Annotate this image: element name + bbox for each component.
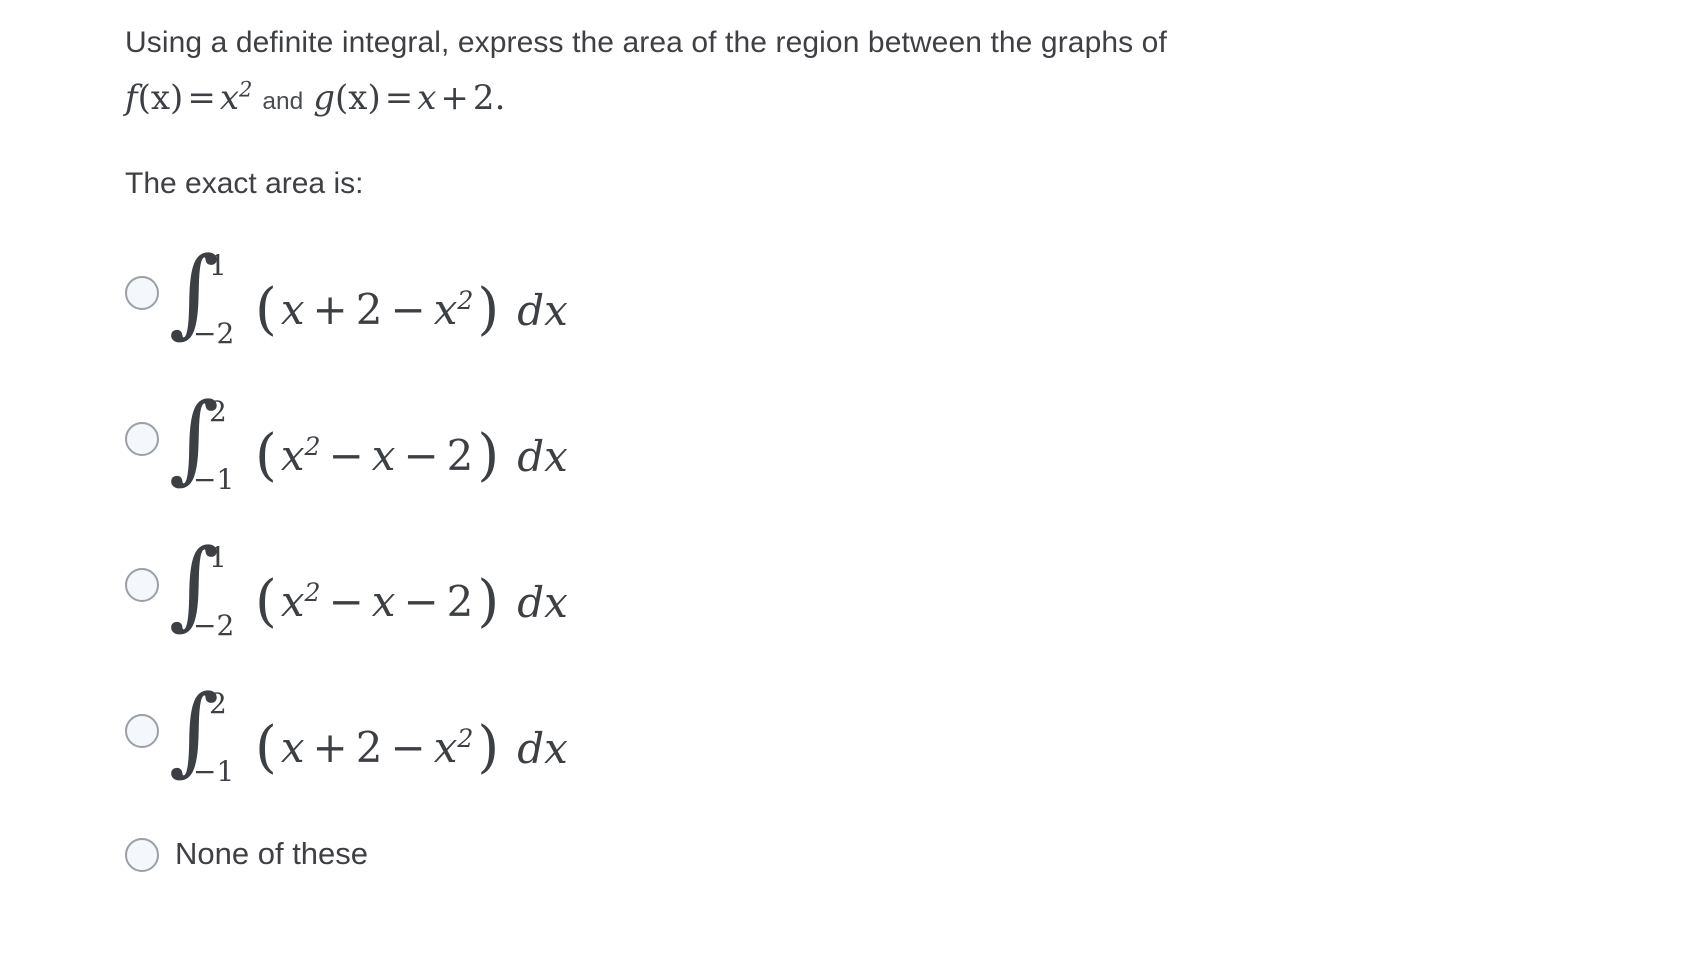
question-formula-line: f(x) = x2 and g(x) = x +2. (125, 72, 1545, 128)
integral-upper-limit-d: 2 (209, 687, 227, 720)
option-b-expression: ∫ 2 −1 ( x2− x −2 ) dx (169, 382, 568, 508)
differential-a: dx (517, 285, 568, 335)
open-paren-d: ( (255, 715, 277, 780)
integral-upper-limit-c: 1 (209, 541, 227, 574)
close-paren-c: ) (477, 569, 500, 634)
option-a-expression: ∫ 1 −2 ( x +2− x2 ) dx (169, 236, 568, 362)
function-g-constant: 2 (472, 78, 495, 118)
integral-upper-limit-a: 1 (209, 249, 227, 282)
integrand-b: x2− x −2 (280, 431, 474, 480)
differential-b: dx (517, 431, 568, 481)
integral-sign-b: ∫ 2 −1 (169, 382, 235, 496)
close-paren-d: ) (477, 715, 500, 780)
exact-area-label: The exact area is: (125, 167, 364, 200)
function-f-name: f (125, 78, 138, 118)
answer-option-none[interactable]: None of these (125, 834, 1625, 872)
answer-option-a[interactable]: ∫ 1 −2 ( x +2− x2 ) dx (125, 236, 1625, 396)
equals-sign-g: = (384, 78, 414, 118)
integrand-c: x2− x −2 (280, 577, 474, 626)
function-g-body-x: x (417, 78, 437, 118)
option-none-label: None of these (175, 836, 369, 871)
function-f-argument: (x) (137, 78, 184, 118)
integral-sign-c: ∫ 1 −2 (169, 528, 235, 642)
open-paren-b: ( (255, 423, 277, 488)
integrand-d: x +2− x2 (280, 723, 474, 772)
radio-button-option-d[interactable] (125, 714, 159, 748)
function-g-name: g (313, 78, 336, 118)
close-paren-a: ) (477, 277, 500, 342)
integral-sign-d: ∫ 2 −1 (169, 674, 235, 788)
function-g-argument: (x) (335, 78, 381, 118)
close-paren-b: ) (477, 423, 500, 488)
differential-c: dx (517, 577, 568, 627)
answer-option-d[interactable]: ∫ 2 −1 ( x +2− x2 ) dx (125, 674, 1625, 834)
integrand-a: x +2− x2 (280, 285, 474, 334)
radio-button-option-b[interactable] (125, 422, 159, 456)
answer-option-c[interactable]: ∫ 1 −2 ( x2− x −2 ) dx (125, 528, 1625, 688)
radio-button-option-none[interactable] (125, 838, 159, 872)
integral-upper-limit-b: 2 (209, 395, 227, 428)
answer-options-list: ∫ 1 −2 ( x+2−x2 ) dx ∫ 2 −1 ( x2−x−2 (125, 236, 1625, 872)
question-page: Using a definite integral, express the a… (0, 0, 1685, 980)
function-f-body: x (219, 78, 239, 118)
open-paren-c: ( (255, 569, 277, 634)
integral-lower-limit-d: −1 (193, 755, 235, 788)
answer-option-b[interactable]: ∫ 2 −1 ( x2− x −2 ) dx (125, 382, 1625, 542)
differential-d: dx (517, 723, 568, 773)
integral-lower-limit-b: −1 (193, 463, 235, 496)
integral-sign-a: ∫ 1 −2 (169, 236, 235, 350)
question-prompt: Using a definite integral, express the a… (125, 20, 1545, 128)
question-text-line-1: Using a definite integral, express the a… (125, 26, 1167, 59)
radio-button-option-c[interactable] (125, 568, 159, 602)
formula-period: . (494, 78, 506, 118)
function-f-exponent: 2 (239, 76, 253, 102)
option-d-expression: ∫ 2 −1 ( x +2− x2 ) dx (169, 674, 568, 800)
integral-lower-limit-c: −2 (193, 609, 235, 642)
option-c-expression: ∫ 1 −2 ( x2− x −2 ) dx (169, 528, 568, 654)
radio-button-option-a[interactable] (125, 276, 159, 310)
open-paren-a: ( (255, 277, 277, 342)
conjunction-and: and (262, 88, 304, 115)
integral-lower-limit-a: −2 (193, 317, 235, 350)
equals-sign-f: = (187, 78, 216, 118)
plus-sign-g: + (440, 78, 469, 118)
